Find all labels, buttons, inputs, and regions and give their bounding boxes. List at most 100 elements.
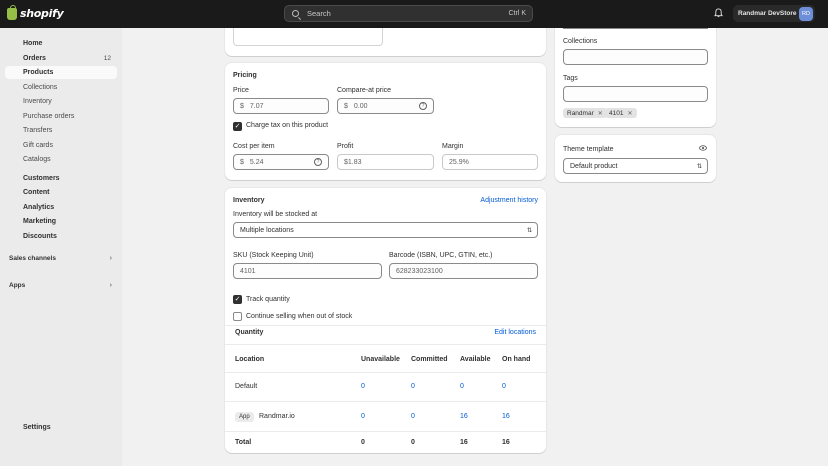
- sidebar-item-customers[interactable]: Customers: [5, 172, 117, 185]
- sidebar-item-inventory[interactable]: Inventory: [5, 95, 117, 108]
- sidebar-item-marketing[interactable]: Marketing: [5, 215, 117, 228]
- column-header-location: Location: [235, 356, 265, 363]
- cost-per-item-value: 5.24: [249, 158, 264, 166]
- column-header-on-hand: On hand: [502, 356, 531, 363]
- sidebar-item-products[interactable]: Products: [5, 66, 117, 79]
- vendor-input-edge[interactable]: [563, 28, 708, 29]
- sidebar-item-label: Transfers: [23, 127, 53, 134]
- sidebar-section-label: Sales channels: [9, 255, 56, 262]
- row-committed[interactable]: 0: [411, 413, 415, 420]
- sidebar-item-label: Products: [23, 69, 54, 76]
- inventory-title: Inventory: [233, 197, 265, 204]
- inventory-card: Inventory Adjustment history Inventory w…: [225, 188, 546, 453]
- remove-tag-icon[interactable]: ✕: [598, 110, 603, 117]
- barcode-input[interactable]: 628233023100: [389, 263, 538, 279]
- store-name: Randmar DevStore: [738, 10, 797, 17]
- sidebar-item-label: Gift cards: [23, 142, 53, 149]
- sidebar-item-transfers[interactable]: Transfers: [5, 124, 117, 137]
- sidebar-item-label: Content: [23, 189, 50, 196]
- sidebar-item-label: Customers: [23, 175, 60, 182]
- tag-chip[interactable]: Randmar ✕: [563, 108, 607, 118]
- charge-tax-checkbox[interactable]: ✓: [233, 122, 242, 131]
- sidebar-apps[interactable]: Apps ›: [5, 279, 117, 292]
- store-menu-button[interactable]: Randmar DevStore RD: [733, 5, 815, 22]
- sidebar-item-collections[interactable]: Collections: [5, 81, 117, 94]
- tag-label: 4101: [609, 109, 624, 117]
- theme-template-select[interactable]: Default product ⇅: [563, 158, 708, 174]
- chevron-right-icon: ›: [109, 255, 112, 262]
- sku-label: SKU (Stock Keeping Unit): [233, 252, 314, 259]
- row-unavailable[interactable]: 0: [361, 383, 365, 390]
- sidebar-sales-channels[interactable]: Sales channels ›: [5, 252, 117, 265]
- stocked-at-label: Inventory will be stocked at: [233, 211, 318, 218]
- tag-label: Randmar: [567, 109, 594, 117]
- row-unavailable[interactable]: 0: [361, 413, 365, 420]
- currency-prefix: $: [344, 102, 348, 110]
- description-card: [225, 28, 546, 56]
- tags-input[interactable]: [563, 86, 708, 102]
- collections-input[interactable]: [563, 49, 708, 65]
- product-organization-card: Collections Tags Randmar ✕ 4101 ✕: [555, 28, 716, 127]
- row-available[interactable]: 0: [460, 383, 464, 390]
- sidebar-item-home[interactable]: Home: [5, 37, 117, 50]
- shopify-logo[interactable]: shopify: [7, 4, 64, 20]
- sidebar-item-label: Marketing: [23, 218, 57, 225]
- profit-label: Profit: [337, 143, 354, 150]
- divider: [225, 431, 546, 432]
- continue-selling-checkbox[interactable]: [233, 312, 242, 321]
- sidebar-item-analytics[interactable]: Analytics: [5, 201, 117, 214]
- adjustment-history-link[interactable]: Adjustment history: [480, 197, 538, 204]
- row-on-hand[interactable]: 16: [502, 413, 510, 420]
- brand-name: shopify: [20, 7, 64, 20]
- locations-select-value: Multiple locations: [240, 226, 294, 234]
- sidebar-item-label: Orders: [23, 55, 46, 62]
- sidebar-item-settings[interactable]: Settings: [5, 421, 117, 434]
- divider: [225, 372, 546, 373]
- row-on-hand[interactable]: 0: [502, 383, 506, 390]
- continue-selling-label: Continue selling when out of stock: [246, 313, 353, 320]
- row-available[interactable]: 16: [460, 413, 468, 420]
- row-location: Randmar.io: [259, 413, 295, 420]
- sku-value: 4101: [240, 267, 256, 275]
- track-quantity-checkbox[interactable]: ✓: [233, 295, 242, 304]
- cost-per-item-input[interactable]: $ 5.24 ?: [233, 154, 329, 170]
- sidebar-section-label: Apps: [9, 282, 26, 289]
- column-header-available: Available: [460, 356, 491, 363]
- sidebar-item-discounts[interactable]: Discounts: [5, 230, 117, 243]
- theme-template-title: Theme template: [563, 146, 614, 153]
- locations-select[interactable]: Multiple locations ⇅: [233, 222, 538, 238]
- description-editor[interactable]: [233, 28, 383, 46]
- search-icon: [292, 10, 299, 17]
- tags-label: Tags: [563, 75, 578, 82]
- sidebar-item-orders[interactable]: Orders 12: [5, 52, 117, 65]
- quantity-title: Quantity: [235, 329, 264, 336]
- track-quantity-label: Track quantity: [246, 296, 290, 303]
- sku-input[interactable]: 4101: [233, 263, 382, 279]
- cost-per-item-label: Cost per item: [233, 143, 275, 150]
- tag-chip[interactable]: 4101 ✕: [605, 108, 637, 118]
- compare-at-price-input[interactable]: $ 0.00 ?: [337, 98, 434, 114]
- bell-icon[interactable]: [714, 8, 723, 18]
- price-input[interactable]: $ 7.07: [233, 98, 329, 114]
- sidebar-item-label: Home: [23, 40, 43, 47]
- pricing-title: Pricing: [233, 72, 257, 79]
- sidebar-item-label: Settings: [23, 424, 51, 431]
- search-shortcut: Ctrl K: [508, 10, 527, 17]
- sidebar-item-gift-cards[interactable]: Gift cards: [5, 139, 117, 152]
- pricing-card: Pricing Price $ 7.07 Compare-at price $ …: [225, 63, 546, 180]
- edit-locations-link[interactable]: Edit locations: [494, 329, 536, 336]
- remove-tag-icon[interactable]: ✕: [627, 110, 632, 117]
- eye-icon[interactable]: [699, 144, 707, 152]
- charge-tax-label: Charge tax on this product: [246, 122, 329, 129]
- sidebar-item-catalogs[interactable]: Catalogs: [5, 153, 117, 166]
- sidebar-item-content[interactable]: Content: [5, 186, 117, 199]
- sidebar-item-label: Inventory: [23, 98, 52, 105]
- help-icon[interactable]: ?: [314, 158, 322, 166]
- search-bar[interactable]: Search Ctrl K: [284, 5, 533, 22]
- total-available: 16: [460, 439, 468, 446]
- sidebar-item-purchase-orders[interactable]: Purchase orders: [5, 110, 117, 123]
- profit-field: $1.83: [337, 154, 434, 170]
- app-badge: App: [235, 412, 254, 422]
- help-icon[interactable]: ?: [419, 102, 427, 110]
- row-committed[interactable]: 0: [411, 383, 415, 390]
